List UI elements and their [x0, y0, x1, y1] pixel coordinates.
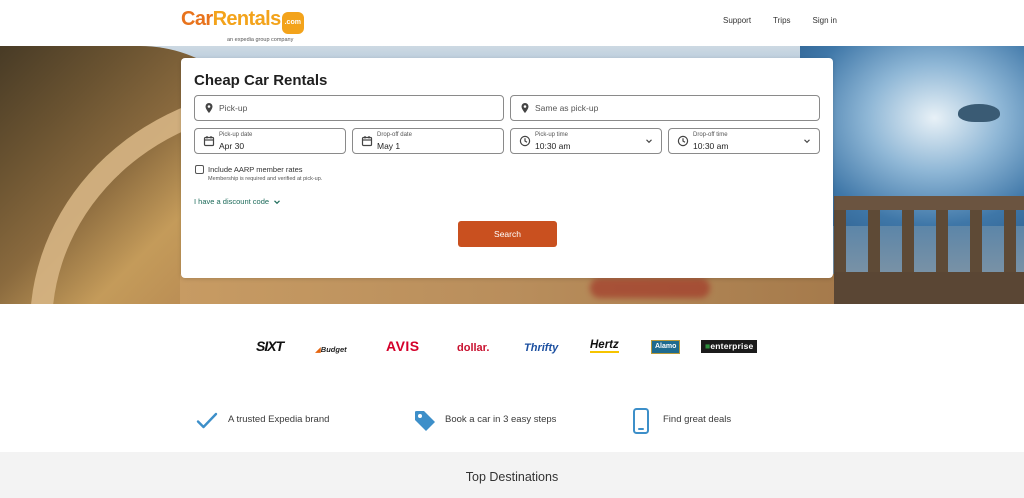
pickup-time-select[interactable]: Pick-up time 10:30 am — [510, 128, 662, 154]
pickup-time-value: 10:30 am — [535, 141, 571, 151]
feature-text: A trusted Expedia brand — [228, 414, 330, 425]
aarp-membership-note: Membership is required and verified at p… — [208, 176, 323, 182]
chevron-down-icon — [646, 139, 652, 144]
site-header: CarRentals .com an expedia group company … — [0, 0, 1024, 46]
checkmark-icon — [196, 412, 218, 429]
chevron-down-icon — [274, 200, 281, 205]
enterprise-logo-text: enterprise — [710, 341, 754, 351]
pickup-placeholder: Pick-up — [219, 103, 248, 113]
nav-sign-in-link[interactable]: Sign in — [813, 16, 837, 25]
enterprise-logo: ■enterprise — [701, 340, 758, 353]
search-button[interactable]: Search — [458, 221, 557, 247]
feature-great-deals: Find great deals — [632, 408, 762, 434]
discount-code-label: I have a discount code — [194, 197, 270, 206]
pickup-date-label: Pick-up date — [219, 132, 253, 138]
nav-support-link[interactable]: Support — [723, 16, 751, 25]
dropoff-date-label: Drop-off date — [377, 132, 412, 138]
tag-icon — [415, 411, 435, 431]
hero-railing-base — [834, 272, 1024, 304]
location-pin-icon — [205, 103, 213, 113]
hero-bridge-deck — [180, 274, 840, 304]
location-pin-icon — [521, 103, 529, 113]
dropoff-date-value: May 1 — [377, 141, 401, 151]
dollar-logo: dollar. — [457, 342, 490, 354]
feature-text: Book a car in 3 easy steps — [445, 414, 557, 425]
logo-dotcom-badge: .com — [281, 12, 304, 34]
avis-logo: AVIS — [386, 338, 420, 354]
carrentals-logo[interactable]: CarRentals .com an expedia group company — [181, 9, 304, 43]
phone-icon — [633, 408, 649, 434]
feature-text: Find great deals — [663, 414, 732, 425]
search-card: Cheap Car Rentals Pick-up Same as pick-u… — [181, 58, 833, 278]
sixt-logo: SIXT — [256, 338, 284, 354]
pickup-time-label: Pick-up time — [535, 132, 569, 138]
dropoff-time-label: Drop-off time — [693, 132, 728, 138]
budget-logo-text: Budget — [320, 345, 347, 354]
top-nav: Support Trips Sign in — [701, 16, 837, 25]
logo-part-rentals: Rentals — [212, 8, 282, 30]
search-title: Cheap Car Rentals — [194, 72, 328, 89]
pickup-date-value: Apr 30 — [219, 141, 245, 151]
discount-code-toggle[interactable]: I have a discount code — [194, 197, 281, 206]
pickup-location-field[interactable]: Pick-up — [194, 95, 504, 121]
feature-easy-steps: Book a car in 3 easy steps — [413, 408, 583, 434]
pickup-date-field[interactable]: Pick-up date Apr 30 — [194, 128, 346, 154]
chevron-down-icon — [804, 139, 810, 144]
logo-part-car: Car — [181, 8, 213, 30]
hero-red-car — [590, 278, 710, 298]
top-destinations-heading: Top Destinations — [465, 470, 559, 484]
dropoff-placeholder: Same as pick-up — [535, 103, 599, 113]
dropoff-location-field[interactable]: Same as pick-up — [510, 95, 820, 121]
aarp-checkbox[interactable] — [195, 165, 204, 174]
aarp-checkbox-label[interactable]: Include AARP member rates — [208, 165, 303, 174]
alamo-logo: Alamo — [651, 340, 681, 354]
features-row: A trusted Expedia brand Book a car in 3 … — [0, 394, 1024, 452]
hertz-logo: Hertz — [590, 339, 619, 353]
clock-icon — [677, 135, 689, 147]
dropoff-time-value: 10:30 am — [693, 141, 729, 151]
budget-logo: ◢Budget — [315, 345, 347, 354]
clock-icon — [519, 135, 531, 147]
logo-subtitle: an expedia group company — [227, 37, 294, 43]
top-destinations-section: Top Destinations — [0, 452, 1024, 498]
dropoff-date-field[interactable]: Drop-off date May 1 — [352, 128, 504, 154]
nav-trips-link[interactable]: Trips — [773, 16, 790, 25]
calendar-icon — [361, 136, 373, 147]
thrifty-logo: Thrifty — [524, 342, 559, 354]
hero-rock — [958, 104, 1000, 122]
calendar-icon — [203, 136, 215, 147]
brand-logos-row: SIXT ◢Budget AVIS dollar. Thrifty Hertz … — [0, 304, 1024, 394]
dropoff-time-select[interactable]: Drop-off time 10:30 am — [668, 128, 820, 154]
feature-trusted-brand: A trusted Expedia brand — [196, 408, 356, 434]
